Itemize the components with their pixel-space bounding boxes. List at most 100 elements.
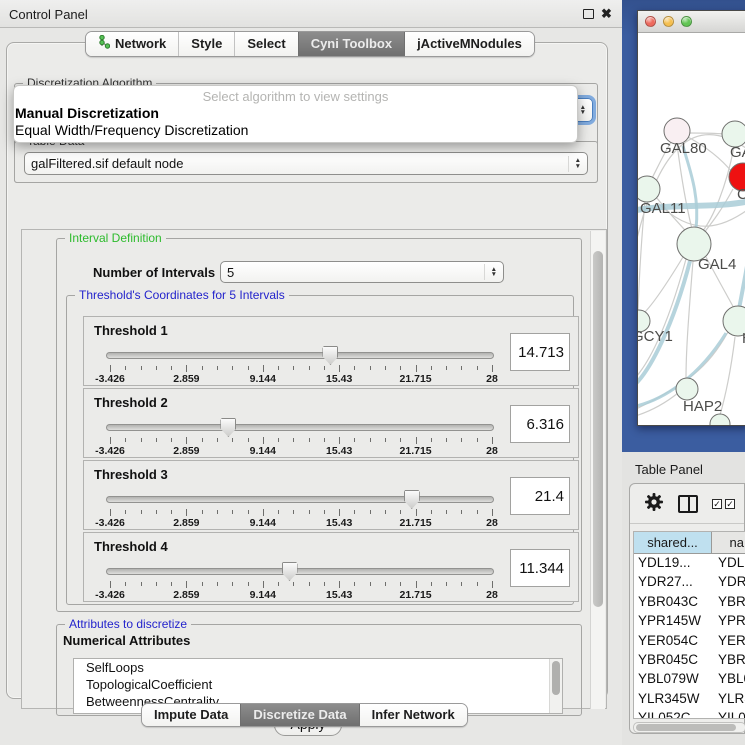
table-data-combobox[interactable]: galFiltered.sif default node ▲▼ [24,152,588,175]
threshold-value-field[interactable]: 21.4 [510,477,570,515]
dropdown-option[interactable]: Equal Width/Frequency Discretization [14,122,577,139]
table-row[interactable]: YPR145WYPR1 [634,612,745,631]
toolbox-tabs: Network StyleSelectCyni ToolboxjActiveMNo… [85,31,535,57]
mac-zoom-icon[interactable] [681,16,692,27]
tick-mark [370,582,371,586]
attribute-list-item[interactable]: TopologicalCoefficient [74,676,562,693]
dropdown-option[interactable]: Manual Discretization [14,105,577,122]
tab-jactivemnodules[interactable]: jActiveMNodules [404,32,534,56]
network-edge[interactable] [720,337,735,415]
tab-discretize-data[interactable]: Discretize Data [240,704,358,726]
tick-mark [324,510,325,514]
close-icon[interactable]: ✖ [600,7,613,20]
slider-thumb[interactable] [404,490,420,509]
slider-thumb[interactable] [322,346,338,365]
checkbox-icon[interactable]: ✓ [725,499,735,509]
network-edge-highlighted[interactable] [739,238,745,309]
tick-mark [324,438,325,442]
slider[interactable]: -3.4262.8599.14415.4321.71528 [106,559,498,601]
tab-select[interactable]: Select [234,32,297,56]
table-row[interactable]: YBR043CYBR0 [634,593,745,612]
attribute-list-item[interactable]: SelfLoops [74,659,562,676]
number-of-intervals-combobox[interactable]: 5 ▲▼ [220,261,504,283]
table-hscrollbar[interactable] [633,722,745,733]
threshold-value-field[interactable]: 6.316 [510,405,570,443]
network-edge[interactable] [703,189,733,234]
threshold-value-field[interactable]: 11.344 [510,549,570,587]
tick-mark [217,582,218,586]
table-row[interactable]: YBR045CYBR0 [634,651,745,670]
gear-icon[interactable] [644,492,664,515]
network-node[interactable] [638,176,660,202]
slider-thumb[interactable] [282,562,298,581]
slider[interactable]: -3.4262.8599.14415.4321.71528 [106,487,498,529]
slider[interactable]: -3.4262.8599.14415.4321.71528 [106,415,498,457]
settings-scroll-viewport: Interval Definition Number of Intervals … [21,229,607,709]
tick-mark [461,582,462,586]
tick-mark [492,509,493,516]
tab-infer-network[interactable]: Infer Network [359,704,467,726]
scrollbar-thumb[interactable] [552,661,560,695]
tick-mark [339,509,340,516]
network-canvas[interactable]: GAL80GACGAL11GAL4GCY1HHAP2 [638,33,745,425]
scrollbar-thumb[interactable] [593,251,603,607]
checkbox-icon[interactable]: ✓ [712,499,722,509]
tick-label: 15.43 [326,517,352,529]
tab-cyni-toolbox[interactable]: Cyni Toolbox [298,32,404,56]
threshold-label: Threshold 3 [94,467,168,482]
tick-mark [248,510,249,514]
tick-label: 15.43 [326,373,352,385]
table-row[interactable]: YLR345WYLR3 [634,690,745,709]
network-edge[interactable] [638,201,645,311]
table-row[interactable]: YBL079WYBL0 [634,670,745,689]
network-node[interactable] [710,414,730,425]
table-row[interactable]: YDR27...YDR2 [634,573,745,592]
mac-minimize-icon[interactable] [663,16,674,27]
tick-mark [431,438,432,442]
tick-label: 28 [486,589,498,601]
column-header-name[interactable]: na [712,532,745,553]
tick-label: 21.715 [400,517,432,529]
node-label: GAL4 [698,256,736,273]
mac-close-icon[interactable] [645,16,656,27]
slider[interactable]: -3.4262.8599.14415.4321.71528 [106,343,498,385]
network-graph[interactable]: GAL80GACGAL11GAL4GCY1HHAP2 [638,33,745,425]
network-node[interactable] [676,378,698,400]
attributes-scrollbar[interactable] [549,659,562,713]
threshold-panel: Threshold 1-3.4262.8599.14415.4321.71528… [83,316,579,386]
tick-mark [125,438,126,442]
column-header-shared-name[interactable]: shared... [634,532,712,553]
float-window-icon[interactable] [583,9,594,19]
slider-track[interactable] [106,496,494,503]
tick-mark [293,366,294,370]
tick-mark [477,366,478,370]
network-edge[interactable] [690,133,724,134]
table-panel: Table Panel ✓ ✓ [622,452,745,745]
tick-mark [416,437,417,444]
table-row[interactable]: YER054CYER0 [634,632,745,651]
slider-track[interactable] [106,352,494,359]
tab-label: Network [115,36,166,51]
network-window-titlebar[interactable] [638,11,745,33]
tab-network[interactable]: Network [86,32,178,56]
cell-shared-name: YDL19... [634,554,712,573]
tick-mark [354,510,355,514]
tick-mark [186,437,187,444]
tick-mark [492,437,493,444]
threshold-value-field[interactable]: 14.713 [510,333,570,371]
slider-thumb[interactable] [220,418,236,437]
scrollbar-thumb[interactable] [636,724,736,731]
settings-scrollbar[interactable] [590,231,605,709]
tick-mark [431,510,432,514]
table-row[interactable]: YDL19...YDL1 [634,554,745,573]
slider-track[interactable] [106,424,494,431]
tick-label: 9.144 [250,517,276,529]
tick-mark [446,510,447,514]
tab-impute-data[interactable]: Impute Data [142,704,240,726]
slider-track[interactable] [106,568,494,575]
tab-style[interactable]: Style [178,32,234,56]
tick-mark [385,510,386,514]
tick-mark [278,582,279,586]
split-column-icon[interactable] [678,495,698,513]
table-row[interactable]: YIL052CYIL0 [634,709,745,719]
